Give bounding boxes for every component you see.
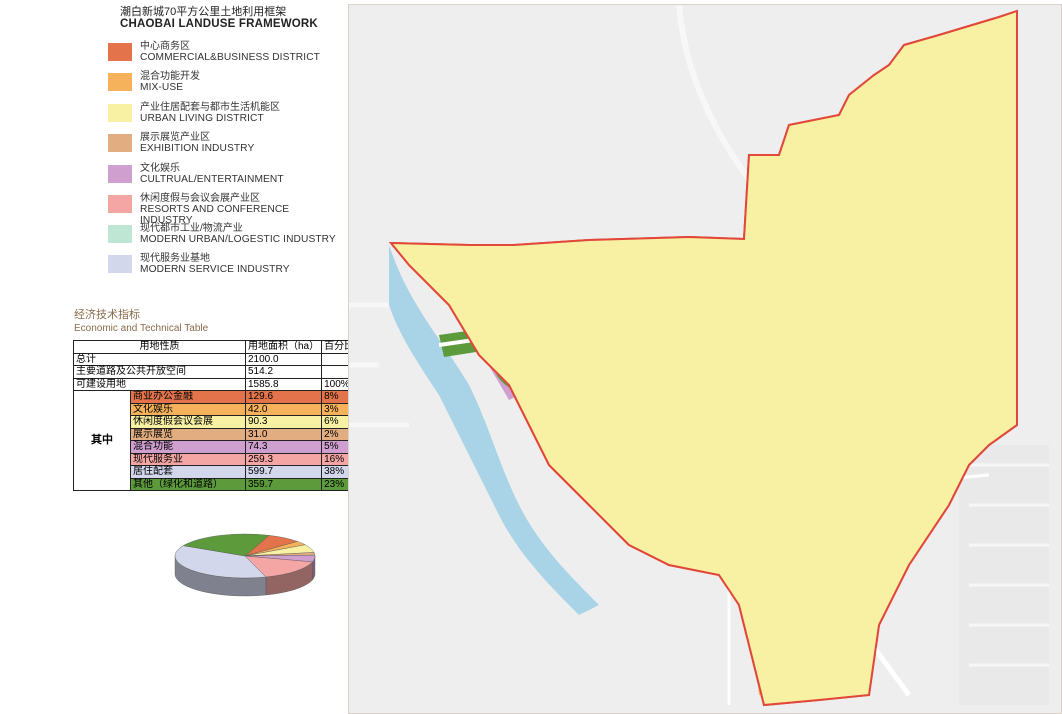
legend-label-cn: 文化娱乐 — [140, 163, 180, 174]
legend-label-cn: 休闲度假与会议会展产业区 — [140, 193, 260, 204]
sub-row-area: 90.3 — [244, 415, 323, 429]
legend-item-cultural: 文化娱乐 CULTRUAL/ENTERTAINMENT — [108, 162, 343, 186]
sub-row-label: 文化娱乐 — [130, 402, 246, 416]
table-header-row: 用地性质 用地面积（ha） 百分比 — [73, 340, 363, 354]
sub-row-area: 129.6 — [244, 390, 323, 404]
legend-label-cn: 现代都市工业/物流产业 — [140, 223, 243, 234]
economic-table: 用地性质 用地面积（ha） 百分比 总计 2100.0 主要道路及公共开放空间 … — [73, 340, 363, 491]
legend-label-cn: 混合功能开发 — [140, 71, 200, 82]
legend-swatch — [108, 255, 132, 273]
table-sub-row: 其中 商业办公金融 129.6 8% — [73, 390, 363, 491]
legend-item-logistic: 现代都市工业/物流产业 MODERN URBAN/LOGESTIC INDUSTR… — [108, 222, 343, 246]
sub-row-area: 359.7 — [244, 477, 323, 491]
sub-row-area: 259.3 — [244, 452, 323, 466]
table-row: 总计 2100.0 — [73, 352, 363, 366]
legend-swatch — [108, 165, 132, 183]
legend-label-en: EXHIBITION INDUSTRY — [140, 143, 255, 154]
table-heading-en: Economic and Technical Table — [74, 323, 209, 334]
legend-title: 潮白新城70平方公里土地利用框架 CHAOBAI LANDUSE FRAMEWO… — [120, 6, 318, 30]
sub-row-label: 混合功能 — [130, 440, 246, 454]
legend-label-cn: 展示展览产业区 — [140, 132, 210, 143]
legend-label-en: MIX-USE — [140, 82, 184, 93]
pie-chart — [174, 533, 316, 597]
map-canvas — [349, 5, 1049, 707]
legend-item-mixuse: 混合功能开发 MIX-USE — [108, 70, 343, 94]
legend-swatch — [108, 225, 132, 243]
table-heading-cn: 经济技术指标 — [74, 309, 140, 321]
row-area: 2100.0 — [244, 352, 323, 366]
row-label: 总计 — [73, 352, 246, 366]
header-cell: 用地面积（ha） — [244, 340, 323, 354]
row-area: 514.2 — [244, 365, 323, 379]
legend-title-cn: 潮白新城70平方公里土地利用框架 — [120, 6, 287, 18]
table-row: 可建设用地 1585.8 100% — [73, 377, 363, 391]
header-cell: 用地性质 — [73, 340, 246, 354]
legend-label-cn: 产业住居配套与都市生活机能区 — [140, 102, 280, 113]
legend-label-en: MODERN SERVICE INDUSTRY — [140, 264, 290, 275]
row-label: 主要道路及公共开放空间 — [73, 365, 246, 379]
sub-row-label: 展示展览 — [130, 427, 246, 441]
sub-row-area: 74.3 — [244, 440, 323, 454]
legend-label-cn: 中心商务区 — [140, 41, 190, 52]
sub-row-area: 42.0 — [244, 402, 323, 416]
legend-label-cn: 现代服务业基地 — [140, 253, 210, 264]
legend-title-en: CHAOBAI LANDUSE FRAMEWORK — [120, 18, 318, 30]
sub-row-area: 31.0 — [244, 427, 323, 441]
row-label: 可建设用地 — [73, 377, 246, 391]
legend-swatch — [108, 104, 132, 122]
legend-item-resorts: 休闲度假与会议会展产业区 RESORTS AND CONFERENCE INDUS… — [108, 192, 343, 226]
sub-row-label: 其他（绿化和道路） — [130, 477, 246, 491]
legend-item-commercial: 中心商务区 COMMERCIAL&BUSINESS DISTRICT — [108, 40, 343, 64]
legend-item-urban-living: 产业住居配套与都市生活机能区 URBAN LIVING DISTRICT — [108, 101, 343, 125]
legend-swatch — [108, 43, 132, 61]
legend-item-exhibition: 展示展览产业区 EXHIBITION INDUSTRY — [108, 131, 343, 155]
legend-label-en: COMMERCIAL&BUSINESS DISTRICT — [140, 52, 320, 63]
legend-swatch — [108, 73, 132, 91]
legend-swatch — [108, 134, 132, 152]
sub-row-label: 现代服务业 — [130, 452, 246, 466]
group-label: 其中 — [73, 390, 131, 491]
legend-swatch — [108, 195, 132, 213]
sub-row-area: 599.7 — [244, 465, 323, 479]
legend-label-en: URBAN LIVING DISTRICT — [140, 113, 264, 124]
legend-label-en: MODERN URBAN/LOGESTIC INDUSTRY — [140, 234, 336, 245]
legend-label-en: CULTRUAL/ENTERTAINMENT — [140, 174, 284, 185]
legend-item-service: 现代服务业基地 MODERN SERVICE INDUSTRY — [108, 252, 343, 276]
sub-row-label: 商业办公金融 — [130, 390, 246, 404]
sub-row-label: 休闲度假会议会展 — [130, 415, 246, 429]
row-area: 1585.8 — [244, 377, 323, 391]
table-row: 主要道路及公共开放空间 514.2 — [73, 365, 363, 379]
sub-row-label: 居住配套 — [130, 465, 246, 479]
table-heading: 经济技术指标 Economic and Technical Table — [74, 306, 208, 334]
land-use-map — [348, 4, 1062, 714]
